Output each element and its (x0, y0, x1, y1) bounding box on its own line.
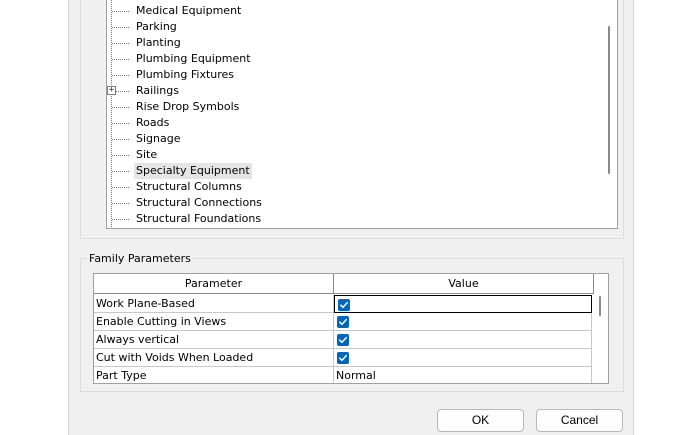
tree-item-label[interactable]: Roads (134, 115, 171, 131)
tree-item-label[interactable]: Specialty Equipment (134, 163, 252, 179)
tree-item-label[interactable]: Structural Connections (134, 195, 264, 211)
tree-item-label[interactable]: Plumbing Fixtures (134, 67, 236, 83)
parameter-name-cell: Enable Cutting in Views (94, 313, 334, 331)
table-row[interactable]: Work Plane-Based (94, 295, 592, 313)
table-header: Parameter Value (94, 274, 608, 294)
parameter-value-cell[interactable] (334, 349, 592, 367)
checkbox-checked-icon[interactable] (337, 352, 349, 364)
tree-connector-line (112, 187, 129, 188)
table-scrollbar[interactable] (592, 294, 608, 383)
tree-item-label[interactable]: Structural Columns (134, 179, 244, 195)
tree-item-label[interactable]: Structural Foundations (134, 211, 263, 227)
tree-item[interactable]: Specialty Equipment (107, 163, 597, 179)
tree-connector-line (112, 139, 129, 140)
tree-item-label[interactable]: Planting (134, 35, 183, 51)
column-header-value[interactable]: Value (334, 274, 594, 294)
tree-item[interactable]: Parking (107, 19, 597, 35)
tree-item[interactable]: Medical Equipment (107, 3, 597, 19)
tree-item[interactable]: Structural Connections (107, 195, 597, 211)
tree-item-label[interactable]: Signage (134, 131, 182, 147)
parameter-name-cell: Work Plane-Based (94, 295, 334, 313)
column-header-parameter[interactable]: Parameter (94, 274, 334, 294)
checkbox-checked-icon[interactable] (338, 299, 350, 311)
parameter-value-cell[interactable] (334, 295, 592, 313)
tree-item-label[interactable]: Railings (134, 83, 181, 99)
tree-connector-line (112, 123, 129, 124)
tree-item[interactable]: Signage (107, 131, 597, 147)
tree-scrollbar[interactable] (601, 0, 617, 227)
tree-item[interactable]: + Railings (107, 83, 597, 99)
checkbox-checked-icon[interactable] (337, 316, 349, 328)
tree-item-label[interactable]: Parking (134, 19, 179, 35)
parameter-name-cell: Part Type (94, 367, 334, 383)
tree-connector-line (112, 155, 129, 156)
tree-item[interactable]: Rise Drop Symbols (107, 99, 597, 115)
tree-item-label[interactable]: Rise Drop Symbols (134, 99, 241, 115)
tree-connector-line (112, 171, 129, 172)
cancel-button[interactable]: Cancel (536, 409, 623, 432)
family-parameters-table[interactable]: Parameter Value Work Plane-Based Enable C… (93, 273, 609, 384)
table-row[interactable]: Enable Cutting in Views (94, 313, 592, 331)
tree-connector-line (112, 11, 129, 12)
category-tree[interactable]: Medical Equipment Parking Planting Plumbing… (106, 0, 618, 229)
tree-connector-line (112, 59, 129, 60)
tree-connector-line (112, 75, 129, 76)
family-category-dialog: Medical Equipment Parking Planting Plumbing… (68, 0, 634, 435)
tree-connector-line (112, 203, 129, 204)
tree-item[interactable]: Plumbing Fixtures (107, 67, 597, 83)
tree-item[interactable]: Site (107, 147, 597, 163)
table-row[interactable]: Part Type Normal (94, 367, 592, 383)
tree-item-label[interactable]: Medical Equipment (134, 3, 243, 19)
parameter-value-text: Normal (336, 369, 376, 382)
tree-item[interactable]: Planting (107, 35, 597, 51)
tree-item-label[interactable]: Plumbing Equipment (134, 51, 253, 67)
parameter-name-cell: Cut with Voids When Loaded (94, 349, 334, 367)
table-row[interactable]: Always vertical (94, 331, 592, 349)
tree-connector-line (112, 43, 129, 44)
tree-scrollbar-thumb[interactable] (608, 26, 610, 174)
expand-plus-icon[interactable]: + (107, 86, 116, 95)
tree-connector-line (112, 107, 129, 108)
family-parameters-title: Family Parameters (87, 252, 193, 266)
parameter-value-cell[interactable]: Normal (334, 367, 592, 383)
tree-connector-line (112, 219, 129, 220)
parameter-value-cell[interactable] (334, 313, 592, 331)
tree-item-label[interactable]: Site (134, 147, 159, 163)
ok-button[interactable]: OK (437, 409, 524, 432)
table-scrollbar-thumb[interactable] (599, 296, 601, 316)
checkbox-checked-icon[interactable] (337, 334, 349, 346)
tree-item[interactable]: Roads (107, 115, 597, 131)
tree-item[interactable]: Plumbing Equipment (107, 51, 597, 67)
tree-item[interactable]: Structural Columns (107, 179, 597, 195)
tree-connector-line (112, 27, 129, 28)
parameter-name-cell: Always vertical (94, 331, 334, 349)
background-left (0, 0, 68, 435)
table-row[interactable]: Cut with Voids When Loaded (94, 349, 592, 367)
parameter-value-cell[interactable] (334, 331, 592, 349)
tree-item[interactable]: Structural Foundations (107, 211, 597, 227)
